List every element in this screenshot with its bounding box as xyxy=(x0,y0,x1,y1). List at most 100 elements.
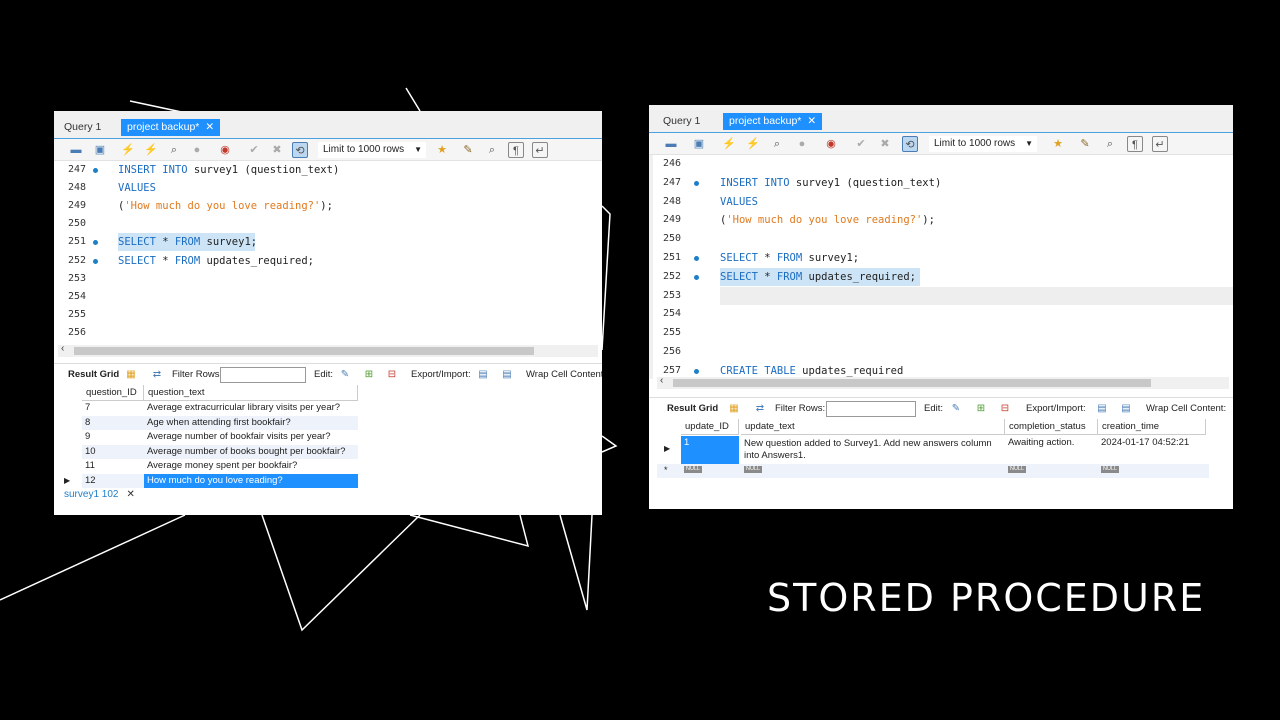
commit-icon[interactable]: ✔ xyxy=(853,136,869,152)
column-header[interactable]: completion_status xyxy=(1005,419,1098,435)
execute-lightning-icon[interactable]: ⚡ xyxy=(721,136,737,152)
open-folder-icon[interactable]: ▬ xyxy=(68,142,84,158)
stop-icon[interactable]: ● xyxy=(189,142,205,158)
cell-question-id[interactable]: 7 xyxy=(82,401,144,416)
wrap-lines-icon[interactable]: ↵ xyxy=(532,142,548,158)
column-header[interactable]: update_ID xyxy=(681,419,739,435)
grid-icon[interactable]: ▦ xyxy=(124,368,138,382)
editor-line[interactable]: 246 xyxy=(649,155,1233,173)
cell-question-text[interactable]: Average number of bookfair visits per ye… xyxy=(144,430,358,445)
editor-line[interactable]: 254 xyxy=(649,305,1233,323)
cell-question-text[interactable]: Average extracurricular library visits p… xyxy=(144,401,358,416)
editor-line[interactable]: 252 SELECT * FROM updates_required; xyxy=(54,252,602,270)
wrap-lines-icon[interactable]: ↵ xyxy=(1152,136,1168,152)
find-magnifier-icon[interactable]: ⌕ xyxy=(484,142,500,158)
save-icon[interactable]: ▣ xyxy=(92,142,108,158)
bookmark-star-icon[interactable]: ★ xyxy=(1050,136,1066,152)
tab-project-backup[interactable]: project backup* ✕ xyxy=(121,119,221,136)
add-row-icon[interactable]: ⊞ xyxy=(974,402,988,416)
sql-editor[interactable]: 247 INSERT INTO survey1 (question_text) 24… xyxy=(54,161,602,353)
beautify-broom-icon[interactable]: ✎ xyxy=(460,142,476,158)
null-cell[interactable]: NULL xyxy=(681,464,703,478)
scrollbar-thumb[interactable] xyxy=(673,379,1151,387)
column-header[interactable]: update_text xyxy=(741,419,1005,435)
editor-line[interactable]: 256 xyxy=(54,324,602,342)
null-cell[interactable]: NULL xyxy=(1098,464,1120,478)
close-icon[interactable]: ✕ xyxy=(807,115,816,127)
cell-question-id[interactable]: 11 xyxy=(82,459,144,474)
stop-icon[interactable]: ● xyxy=(794,136,810,152)
cell-update-id[interactable]: 1 xyxy=(681,436,739,464)
editor-line[interactable]: 250 xyxy=(649,230,1233,248)
toggle-error-icon[interactable]: ◉ xyxy=(823,136,839,152)
cell-question-text[interactable]: Average money spent per bookfair? xyxy=(144,459,358,474)
null-cell[interactable]: NULL xyxy=(741,464,763,478)
scrollbar-thumb[interactable] xyxy=(74,347,534,355)
cell-question-text[interactable]: Average number of books bought per bookf… xyxy=(144,445,358,460)
rollback-icon[interactable]: ✖ xyxy=(269,142,285,158)
editor-line[interactable]: 250 xyxy=(54,215,602,233)
editor-line[interactable]: 255 xyxy=(649,324,1233,342)
editor-line[interactable]: 253 xyxy=(54,270,602,288)
commit-icon[interactable]: ✔ xyxy=(246,142,262,158)
autocommit-icon[interactable]: ⟲ xyxy=(902,136,918,152)
column-header[interactable]: creation_time xyxy=(1098,419,1206,435)
filter-rows-input[interactable] xyxy=(220,367,306,383)
explain-magnifier-icon[interactable]: ⌕ xyxy=(166,142,182,158)
close-icon[interactable]: ✕ xyxy=(126,489,134,500)
find-magnifier-icon[interactable]: ⌕ xyxy=(1102,136,1118,152)
bookmark-star-icon[interactable]: ★ xyxy=(434,142,450,158)
tab-query-1[interactable]: Query 1 xyxy=(657,113,706,130)
toggle-error-icon[interactable]: ◉ xyxy=(217,142,233,158)
editor-line[interactable]: 251 SELECT * FROM survey1; xyxy=(649,249,1233,267)
editor-line[interactable]: 249 ('How much do you love reading?'); xyxy=(649,211,1233,229)
cell-question-id[interactable]: 12 xyxy=(82,474,144,489)
execute-current-icon[interactable]: ⚡ xyxy=(143,142,159,158)
cell-completion-status[interactable]: Awaiting action. xyxy=(1005,436,1098,450)
cell-update-text[interactable]: New question added to Survey1. Add new a… xyxy=(741,436,1005,462)
result-tab-survey1[interactable]: survey1 102 ✕ xyxy=(64,489,135,500)
refresh-icon[interactable]: ⇄ xyxy=(150,368,164,382)
edit-row-icon[interactable]: ✎ xyxy=(338,368,352,382)
filter-rows-input[interactable] xyxy=(826,401,916,417)
editor-line[interactable]: 253 xyxy=(649,287,1233,305)
delete-row-icon[interactable]: ⊟ xyxy=(385,368,399,382)
cell-question-id[interactable]: 10 xyxy=(82,445,144,460)
editor-line[interactable]: 247 INSERT INTO survey1 (question_text) xyxy=(54,161,602,179)
column-header[interactable]: question_ID xyxy=(82,385,144,401)
column-header[interactable]: question_text xyxy=(144,385,358,401)
new-row[interactable] xyxy=(657,464,1209,478)
explain-magnifier-icon[interactable]: ⌕ xyxy=(769,136,785,152)
save-icon[interactable]: ▣ xyxy=(691,136,707,152)
beautify-broom-icon[interactable]: ✎ xyxy=(1077,136,1093,152)
editor-line[interactable]: 252 SELECT * FROM updates_required; xyxy=(649,267,1233,286)
editor-line[interactable]: 255 xyxy=(54,306,602,324)
editor-line[interactable]: 254 xyxy=(54,288,602,306)
execute-current-icon[interactable]: ⚡ xyxy=(745,136,761,152)
execute-lightning-icon[interactable]: ⚡ xyxy=(120,142,136,158)
add-row-icon[interactable]: ⊞ xyxy=(362,368,376,382)
tab-project-backup[interactable]: project backup* ✕ xyxy=(723,113,823,130)
open-folder-icon[interactable]: ▬ xyxy=(663,136,679,152)
refresh-icon[interactable]: ⇄ xyxy=(753,402,767,416)
export-icon[interactable]: ▤ xyxy=(1095,402,1109,416)
grid-icon[interactable]: ▦ xyxy=(727,402,741,416)
invisible-chars-icon[interactable]: ¶ xyxy=(1127,136,1143,152)
result-grid-label[interactable]: Result Grid xyxy=(68,369,119,380)
edit-row-icon[interactable]: ✎ xyxy=(949,402,963,416)
editor-line[interactable]: 248 VALUES xyxy=(649,193,1233,211)
cell-question-id[interactable]: 9 xyxy=(82,430,144,445)
autocommit-icon[interactable]: ⟲ xyxy=(292,142,308,158)
sql-editor[interactable]: 246 247 INSERT INTO survey1 (question_text… xyxy=(649,155,1233,379)
cell-question-id[interactable]: 8 xyxy=(82,416,144,431)
editor-line[interactable]: 247 INSERT INTO survey1 (question_text) xyxy=(649,174,1233,192)
export-icon[interactable]: ▤ xyxy=(476,368,490,382)
editor-line[interactable]: 249 ('How much do you love reading?'); xyxy=(54,197,602,215)
close-icon[interactable]: ✕ xyxy=(205,121,214,133)
limit-rows-select[interactable]: Limit to 1000 rows ▼ xyxy=(317,141,427,159)
cell-question-text[interactable]: How much do you love reading? xyxy=(144,473,358,488)
editor-line[interactable]: 248 VALUES xyxy=(54,179,602,197)
editor-line[interactable]: 256 xyxy=(649,343,1233,361)
tab-query-1[interactable]: Query 1 xyxy=(58,119,107,136)
import-icon[interactable]: ▤ xyxy=(500,368,514,382)
